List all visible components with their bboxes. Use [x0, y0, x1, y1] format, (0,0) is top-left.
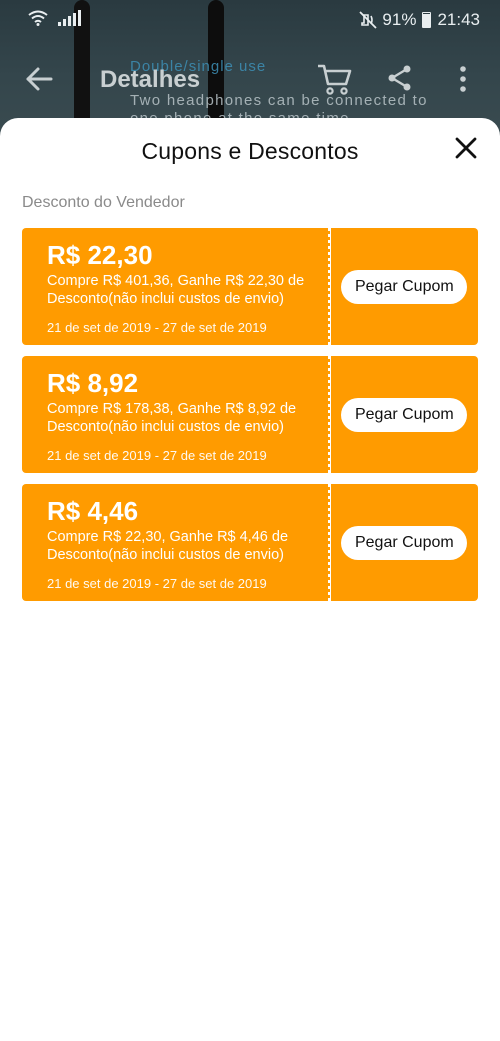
- sheet-title: Cupons e Descontos: [141, 138, 359, 164]
- wifi-icon: [28, 10, 48, 26]
- close-icon[interactable]: [454, 136, 478, 160]
- share-icon[interactable]: [386, 64, 414, 97]
- cart-icon[interactable]: [316, 62, 352, 101]
- status-bar: 91% 21:43: [0, 0, 500, 40]
- coupon-details: R$ 22,30 Compre R$ 401,36, Ganhe R$ 22,3…: [18, 228, 330, 345]
- status-left: [28, 10, 81, 26]
- coupon-details: R$ 4,46 Compre R$ 22,30, Ganhe R$ 4,46 d…: [18, 484, 330, 601]
- page-title: Detalhes: [100, 66, 201, 93]
- coupon-description: Compre R$ 401,36, Ganhe R$ 22,30 de Desc…: [47, 273, 305, 307]
- clock: 21:43: [437, 10, 480, 29]
- coupon-validity-date: 21 de set de 2019 - 27 de set de 2019: [47, 320, 267, 335]
- product-header: Detalhes: [0, 54, 500, 106]
- coupon-validity-date: 21 de set de 2019 - 27 de set de 2019: [47, 576, 267, 591]
- battery-percentage: 91%: [382, 10, 417, 29]
- coupon-amount: R$ 4,46: [47, 496, 139, 526]
- coupon-validity-date: 21 de set de 2019 - 27 de set de 2019: [47, 448, 267, 463]
- coupon-amount: R$ 8,92: [47, 368, 139, 398]
- section-label: Desconto do Vendedor: [22, 194, 185, 211]
- coupon-description: Compre R$ 178,38, Ganhe R$ 8,92 de Desco…: [47, 401, 297, 435]
- get-coupon-button[interactable]: Pegar Cupom: [341, 525, 468, 560]
- coupon-card: R$ 22,30 Compre R$ 401,36, Ganhe R$ 22,3…: [18, 228, 483, 345]
- coupon-amount: R$ 22,30: [47, 240, 153, 270]
- battery-icon: [422, 12, 432, 28]
- coupon-action-area: Pegar Cupom: [330, 228, 483, 345]
- status-right: 91% 21:43: [358, 10, 480, 30]
- back-icon[interactable]: [24, 66, 54, 92]
- get-coupon-button[interactable]: Pegar Cupom: [341, 269, 468, 304]
- signal-icon: [58, 10, 81, 26]
- coupon-card: R$ 8,92 Compre R$ 178,38, Ganhe R$ 8,92 …: [18, 356, 483, 473]
- coupon-description: Compre R$ 22,30, Ganhe R$ 4,46 de Descon…: [47, 529, 289, 563]
- coupon-card: R$ 4,46 Compre R$ 22,30, Ganhe R$ 4,46 d…: [18, 484, 483, 601]
- coupon-details: R$ 8,92 Compre R$ 178,38, Ganhe R$ 8,92 …: [18, 356, 330, 473]
- mute-icon: [358, 11, 378, 29]
- coupons-sheet: Cupons e Descontos Desconto do Vendedor …: [0, 118, 500, 1041]
- get-coupon-button[interactable]: Pegar Cupom: [341, 397, 468, 432]
- coupon-action-area: Pegar Cupom: [330, 484, 483, 601]
- coupon-action-area: Pegar Cupom: [330, 356, 483, 473]
- coupon-list: R$ 22,30 Compre R$ 401,36, Ganhe R$ 22,3…: [18, 228, 483, 612]
- more-options-icon[interactable]: [458, 66, 468, 97]
